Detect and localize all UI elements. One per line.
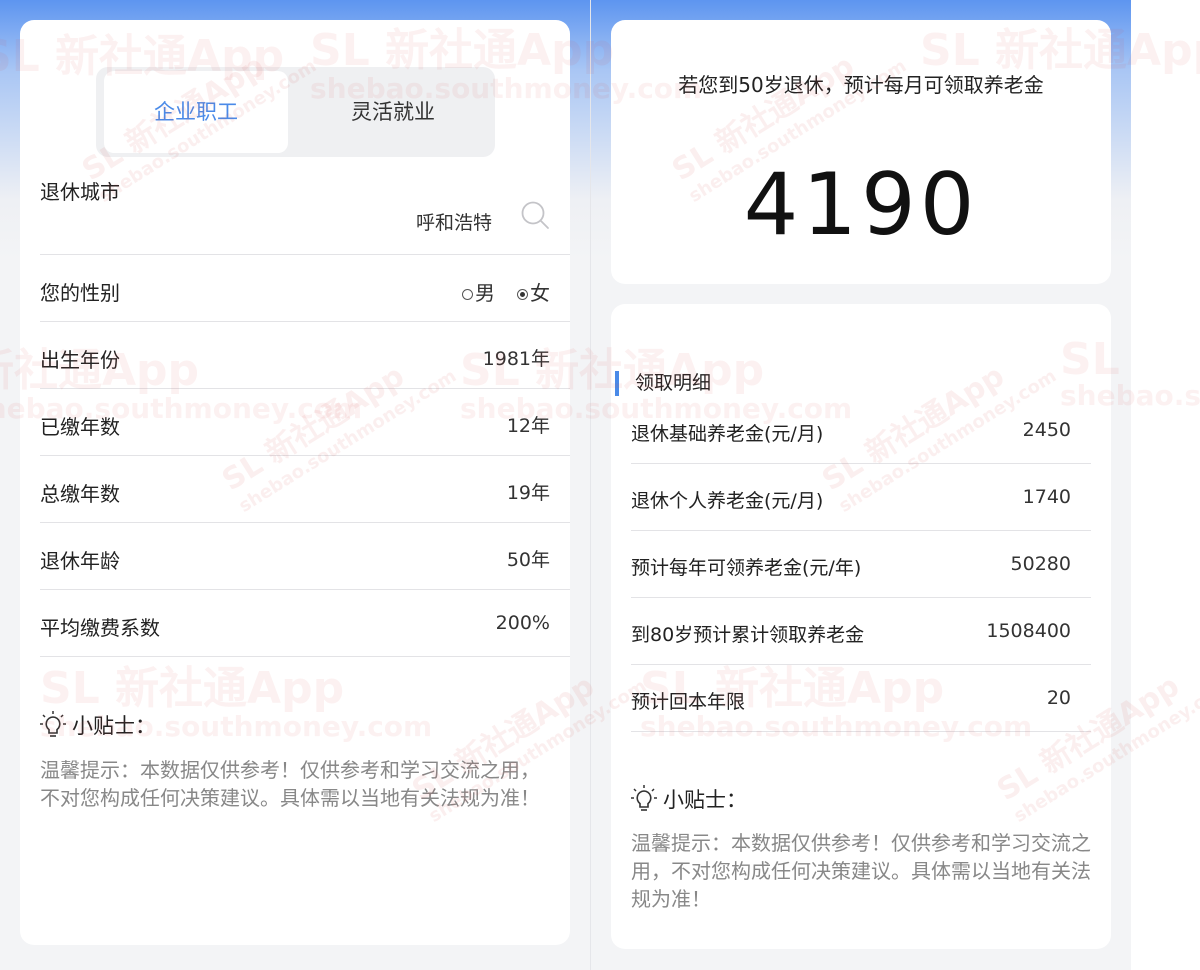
paid-years-field[interactable]: 已缴年数 12年 — [40, 389, 570, 456]
detail-title: 领取明细 — [615, 371, 711, 396]
detail-row-label: 预计回本年限 — [631, 691, 746, 713]
result-card: 若您到50岁退休，预计每月可领取养老金 4190 — [611, 20, 1111, 284]
detail-row-label: 到80岁预计累计领取养老金 — [631, 624, 865, 646]
tab-enterprise-employee[interactable]: 企业职工 — [104, 71, 288, 153]
tips-text: 温馨提示：本数据仅供参考！仅供参考和学习交流之用，不对您构成任何决策建议。具体需… — [40, 758, 540, 810]
retirement-age-value[interactable]: 50年 — [507, 545, 550, 572]
detail-row-label: 退休基础养老金(元/月) — [631, 423, 824, 445]
detail-row: 到80岁预计累计领取养老金 1508400 — [631, 598, 1091, 665]
lightbulb-icon — [631, 785, 657, 811]
gender-option-male[interactable]: 男 — [462, 277, 495, 306]
gender-radio-group: 男 女 — [440, 277, 550, 306]
monthly-pension-amount: 4190 — [743, 155, 979, 255]
detail-row-value: 1508400 — [986, 620, 1071, 642]
gender-option-female-label: 女 — [530, 281, 550, 305]
tips-title-text: 小贴士： — [663, 788, 747, 812]
gender-option-male-label: 男 — [475, 281, 495, 305]
calculation-result-panel: 若您到50岁退休，预计每月可领取养老金 4190 领取明细 退休基础养老金(元/… — [591, 0, 1131, 970]
radio-female[interactable] — [517, 289, 528, 300]
detail-row-value: 1740 — [1022, 486, 1071, 508]
detail-row-value: 20 — [1046, 687, 1071, 709]
tips-title-text: 小贴士： — [72, 714, 156, 738]
outer-margin — [1131, 0, 1200, 970]
detail-card: 领取明细 退休基础养老金(元/月) 2450 退休个人养老金(元/月) 1740… — [611, 304, 1111, 949]
detail-row-value: 2450 — [1022, 419, 1071, 441]
radio-male[interactable] — [462, 289, 473, 300]
total-paid-years-label: 总缴年数 — [40, 482, 120, 506]
tips-title: 小贴士： — [631, 784, 747, 814]
detail-row-value: 50280 — [1010, 553, 1071, 575]
gender-field: 您的性别 男 女 — [40, 255, 570, 322]
paid-years-value[interactable]: 12年 — [507, 411, 550, 438]
detail-row: 退休基础养老金(元/月) 2450 — [631, 397, 1091, 464]
tips-text: 温馨提示：本数据仅供参考！仅供参考和学习交流之用，不对您构成任何决策建议。具体需… — [631, 831, 1091, 911]
gender-label: 您的性别 — [40, 281, 120, 305]
detail-row: 预计每年可领养老金(元/年) 50280 — [631, 531, 1091, 598]
search-icon[interactable] — [520, 200, 550, 230]
retirement-age-label: 退休年龄 — [40, 549, 120, 573]
detail-row: 退休个人养老金(元/月) 1740 — [631, 464, 1091, 531]
retirement-city-label: 退休城市 — [40, 180, 120, 204]
total-paid-years-value[interactable]: 19年 — [507, 478, 550, 505]
result-headline: 若您到50岁退休，预计每月可领取养老金 — [678, 73, 1044, 97]
contribution-ratio-label: 平均缴费系数 — [40, 616, 160, 640]
retirement-age-field[interactable]: 退休年龄 50年 — [40, 523, 570, 590]
lightbulb-icon — [40, 711, 66, 737]
calculator-form-panel: 企业职工 灵活就业 退休城市 呼和浩特 您的性别 男 女 出生年份 1981年 … — [0, 0, 590, 970]
birth-year-label: 出生年份 — [40, 348, 120, 372]
birth-year-value[interactable]: 1981年 — [483, 344, 550, 371]
retirement-city-field[interactable]: 退休城市 呼和浩特 — [40, 168, 570, 255]
detail-row: 预计回本年限 20 — [631, 665, 1091, 732]
paid-years-label: 已缴年数 — [40, 415, 120, 439]
gender-option-female[interactable]: 女 — [517, 277, 550, 306]
tab-flexible-employment[interactable]: 灵活就业 — [308, 71, 478, 153]
contribution-ratio-value[interactable]: 200% — [496, 612, 550, 634]
form-card: 企业职工 灵活就业 退休城市 呼和浩特 您的性别 男 女 出生年份 1981年 … — [20, 20, 570, 945]
total-paid-years-field[interactable]: 总缴年数 19年 — [40, 456, 570, 523]
birth-year-field[interactable]: 出生年份 1981年 — [40, 322, 570, 389]
tips-title: 小贴士： — [40, 710, 156, 740]
retirement-city-value[interactable]: 呼和浩特 — [416, 208, 492, 235]
detail-row-label: 退休个人养老金(元/月) — [631, 490, 824, 512]
detail-row-label: 预计每年可领养老金(元/年) — [631, 557, 862, 579]
contribution-ratio-field[interactable]: 平均缴费系数 200% — [40, 590, 570, 657]
